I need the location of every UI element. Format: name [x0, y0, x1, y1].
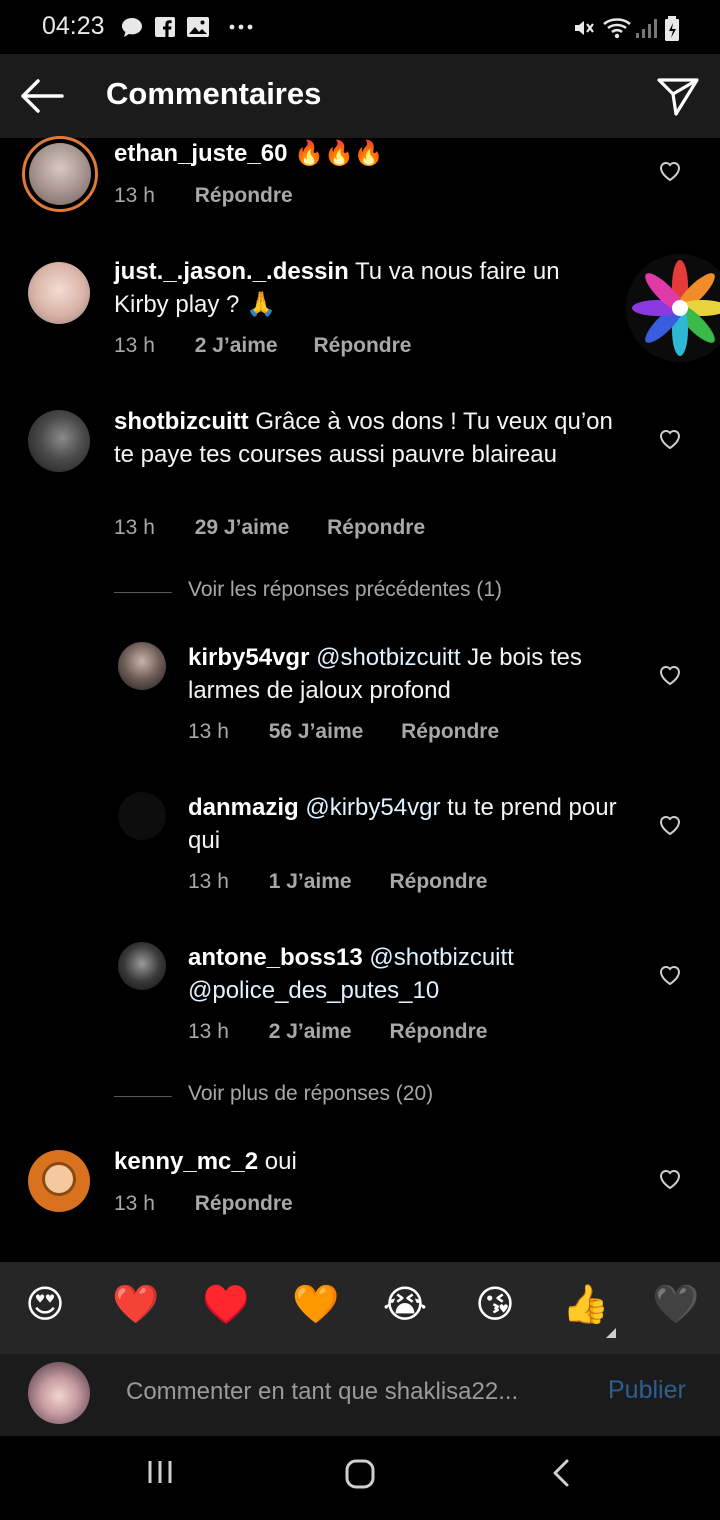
chat-bubble-icon	[122, 18, 142, 37]
divider	[114, 1096, 172, 1097]
mention-link[interactable]: @shotbizcuitt	[369, 944, 513, 971]
reply-username[interactable]: kirby54vgr	[188, 644, 309, 671]
black-heart-emoji-button[interactable]: 🖤	[652, 1282, 699, 1328]
reply-username[interactable]: antone_boss13	[188, 944, 363, 971]
facebook-icon	[155, 17, 175, 37]
reply-button[interactable]: Répondre	[195, 1192, 293, 1216]
heart-icon[interactable]	[658, 964, 682, 986]
reply-button[interactable]: Répondre	[389, 870, 487, 894]
wifi-icon	[603, 18, 631, 39]
reply-time: 13 h	[188, 720, 229, 743]
reply-username[interactable]: danmazig	[188, 794, 299, 821]
reply-button[interactable]: Répondre	[313, 334, 411, 358]
comment-time: 13 h	[114, 334, 155, 357]
paper-plane-icon[interactable]	[656, 74, 700, 118]
likes-count[interactable]: 56 J’aime	[269, 720, 364, 744]
comment-time: 13 h	[114, 184, 155, 207]
avatar[interactable]	[22, 136, 98, 212]
avatar[interactable]	[28, 410, 90, 472]
mention-link[interactable]: @kirby54vgr	[305, 794, 440, 821]
likes-count[interactable]: 1 J’aime	[269, 870, 352, 894]
avatar[interactable]	[118, 642, 166, 690]
comment-username[interactable]: kenny_mc_2	[114, 1148, 258, 1175]
reply-button[interactable]: Répondre	[327, 516, 425, 540]
comment-time: 13 h	[114, 516, 155, 539]
heart-eyes-emoji-button[interactable]: 😍	[22, 1282, 68, 1328]
reply-button[interactable]: Répondre	[389, 1020, 487, 1044]
comment-text: oui	[264, 1148, 297, 1175]
reply-button[interactable]: Répondre	[401, 720, 499, 744]
avatar[interactable]	[28, 262, 90, 324]
battery-icon	[665, 16, 679, 41]
emoji-quick-bar: 😍 ❤️ ♥️ 🧡 😭 😘 👍 🖤	[0, 1262, 720, 1354]
reply-button[interactable]: Répondre	[195, 184, 293, 208]
heart-icon[interactable]	[658, 160, 682, 182]
avatar[interactable]	[118, 942, 166, 990]
orange-heart-emoji-button[interactable]: 🧡	[292, 1282, 339, 1328]
mute-icon	[575, 21, 594, 35]
likes-count[interactable]: 29 J’aime	[195, 516, 290, 540]
comment-username[interactable]: ethan_juste_60	[114, 140, 287, 167]
red-heart-emoji-button[interactable]: ❤️	[112, 1282, 159, 1328]
view-previous-label[interactable]: Voir les réponses précédentes (1)	[188, 578, 502, 602]
thumbs-up-emoji-button[interactable]: 👍	[562, 1282, 609, 1328]
comment-time: 13 h	[114, 1192, 155, 1215]
mention-link[interactable]: @police_des_putes_10	[188, 977, 439, 1004]
more-dots-icon	[229, 24, 253, 30]
heart-icon[interactable]	[658, 664, 682, 686]
comment-username[interactable]: just._.jason._.dessin	[114, 258, 349, 285]
flower-sticker-icon	[626, 254, 720, 362]
status-time: 04:23	[42, 12, 105, 40]
view-more-label[interactable]: Voir plus de réponses (20)	[188, 1082, 433, 1106]
heart-suit-emoji-button[interactable]: ♥️	[202, 1282, 249, 1328]
heart-icon[interactable]	[658, 1168, 682, 1190]
likes-count[interactable]: 2 J’aime	[195, 334, 278, 358]
reply-time: 13 h	[188, 870, 229, 893]
reply-time: 13 h	[188, 1020, 229, 1043]
status-bar: 04:23	[0, 0, 720, 54]
comment-composer: Commenter en tant que shaklisa22... Publ…	[0, 1354, 720, 1436]
avatar[interactable]	[28, 1150, 90, 1212]
system-nav-bar	[0, 1436, 720, 1520]
heart-icon[interactable]	[658, 428, 682, 450]
comment-username[interactable]: shotbizcuitt	[114, 408, 249, 435]
divider	[114, 592, 172, 593]
comment-input[interactable]: Commenter en tant que shaklisa22...	[126, 1378, 518, 1406]
heart-icon[interactable]	[658, 814, 682, 836]
comment-text: 🔥🔥🔥	[294, 140, 384, 167]
user-avatar	[28, 1362, 90, 1424]
recent-apps-icon[interactable]	[146, 1458, 174, 1486]
crying-emoji-button[interactable]: 😭	[382, 1282, 428, 1328]
app-header: Commentaires	[0, 54, 720, 138]
home-icon[interactable]	[344, 1458, 376, 1490]
kiss-emoji-button[interactable]: 😘	[472, 1282, 518, 1328]
avatar[interactable]	[118, 792, 166, 840]
back-icon[interactable]	[550, 1458, 574, 1488]
mention-link[interactable]: @shotbizcuitt	[316, 644, 460, 671]
corner-triangle-icon	[606, 1328, 616, 1338]
page-title: Commentaires	[106, 76, 322, 111]
post-button[interactable]: Publier	[608, 1376, 686, 1405]
likes-count[interactable]: 2 J’aime	[269, 1020, 352, 1044]
arrow-left-icon[interactable]	[18, 76, 64, 116]
image-icon	[187, 17, 209, 37]
signal-icon	[636, 19, 657, 38]
